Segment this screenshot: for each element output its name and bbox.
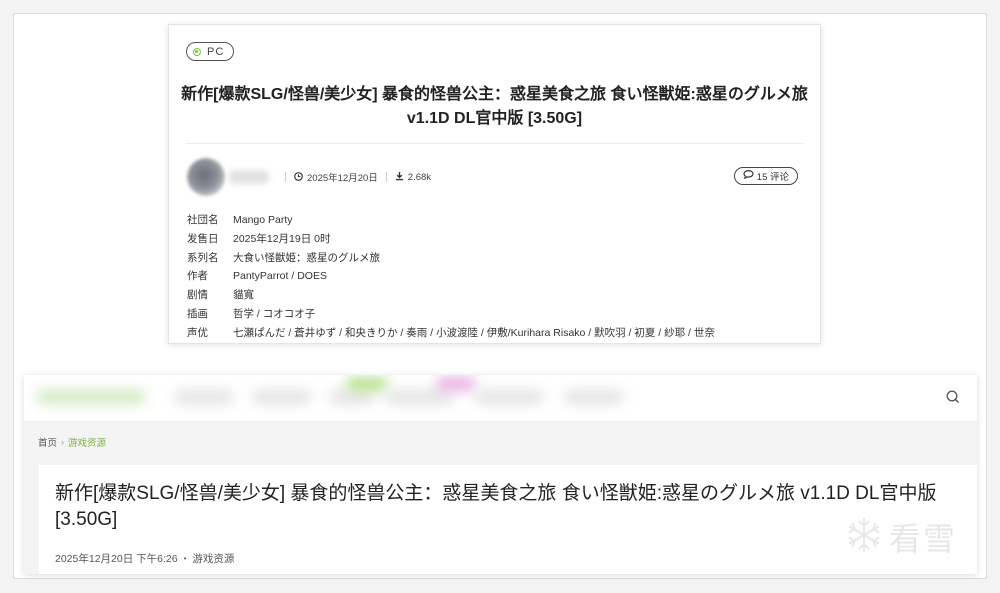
nav-item-blurred[interactable] bbox=[384, 389, 454, 405]
author-avatar[interactable] bbox=[187, 158, 225, 196]
comments-label: 15 评论 bbox=[756, 172, 789, 183]
info-key: 插画 bbox=[187, 307, 208, 320]
watermark-text: 看雪 bbox=[888, 520, 957, 558]
info-key: 剧情 bbox=[187, 289, 208, 302]
comments-button[interactable]: 15 评论 bbox=[733, 167, 798, 185]
info-key: 作者 bbox=[187, 270, 208, 283]
nav-item-blurred[interactable] bbox=[329, 389, 374, 405]
info-key: 系列名 bbox=[187, 251, 219, 264]
info-value: 2025年12月19日 0时 bbox=[233, 232, 331, 245]
post-title: 新作[爆款SLG/怪兽/美少女] 暴食的怪兽公主：惑星美食之旅 食い怪獣姫:惑星… bbox=[181, 86, 808, 127]
post-date: 2025年12月20日 bbox=[307, 173, 378, 184]
breadcrumb-home[interactable]: 首页 bbox=[38, 435, 57, 449]
info-row-release-date: 发售日 2025年12月19日 0时 bbox=[187, 230, 810, 249]
breadcrumb-current[interactable]: 游戏资源 bbox=[68, 435, 106, 449]
watermark: 看雪 bbox=[845, 514, 957, 560]
download-count: 2.68k bbox=[407, 171, 432, 183]
article-category[interactable]: 游戏资源 bbox=[192, 551, 234, 566]
site-logo-blurred[interactable] bbox=[36, 389, 146, 405]
info-key: 社団名 bbox=[187, 214, 219, 226]
search-icon[interactable] bbox=[945, 389, 963, 407]
info-value: 七瀬ぱんだ / 蒼井ゆず / 和央きりか / 奏雨 / 小波渡陸 / 伊敷/Ku… bbox=[233, 326, 715, 339]
article-header-panel: 新作[爆款SLG/怪兽/美少女] 暴食的怪兽公主：惑星美食之旅 食い怪獣姫:惑星… bbox=[39, 465, 977, 574]
info-value: 哲学 / コオコオ子 bbox=[233, 307, 316, 320]
info-row-circle: 社団名 Mango Party bbox=[187, 211, 810, 230]
info-value: PantyParrot / DOES bbox=[233, 270, 327, 283]
article-meta: 2025年12月20日 下午6:26 • 游戏资源 bbox=[55, 551, 234, 566]
breadcrumb: 首页 › 游戏资源 bbox=[38, 435, 106, 449]
game-info-list: 社団名 Mango Party 发售日 2025年12月19日 0时 系列名 大… bbox=[187, 211, 810, 343]
platform-badge-label: PC bbox=[207, 45, 225, 58]
download-icon bbox=[395, 171, 404, 183]
nav-item-blurred[interactable] bbox=[174, 389, 234, 405]
post-detail-card: PC 新作[爆款SLG/怪兽/美少女] 暴食的怪兽公主：惑星美食之旅 食い怪獣姫… bbox=[168, 24, 821, 344]
info-row-illustration: 插画 哲学 / コオコオ子 bbox=[187, 305, 810, 324]
clock-icon bbox=[294, 171, 303, 183]
meta-dot: • bbox=[183, 554, 187, 563]
info-value: Mango Party bbox=[233, 214, 293, 226]
meta-divider bbox=[385, 172, 387, 182]
platform-badge[interactable]: PC bbox=[186, 42, 235, 61]
meta-divider bbox=[285, 172, 286, 182]
nav-item-blurred[interactable] bbox=[252, 389, 312, 405]
nav-item-blurred[interactable] bbox=[564, 389, 624, 405]
article-date: 2025年12月20日 下午6:26 bbox=[55, 553, 178, 565]
info-value: 大食い怪獣姫：惑星のグルメ旅 bbox=[233, 251, 380, 264]
info-key: 声优 bbox=[187, 326, 208, 339]
snowflake-logo-icon bbox=[845, 516, 883, 559]
author-name-blurred[interactable] bbox=[229, 170, 269, 184]
post-meta: 2025年12月20日 2.68k bbox=[277, 169, 431, 185]
comment-icon bbox=[743, 170, 754, 182]
info-row-author: 作者 PantyParrot / DOES bbox=[187, 267, 810, 286]
title-divider bbox=[186, 143, 803, 144]
chevron-right-icon: › bbox=[61, 437, 65, 447]
info-row-series: 系列名 大食い怪獣姫：惑星のグルメ旅 bbox=[187, 249, 810, 268]
site-navbar bbox=[24, 375, 977, 422]
article-title: 新作[爆款SLG/怪兽/美少女] 暴食的怪兽公主：惑星美食之旅 食い怪獣姫:惑星… bbox=[55, 483, 937, 530]
nav-item-blurred[interactable] bbox=[474, 389, 544, 405]
info-row-voice-actors: 声优 七瀬ぱんだ / 蒼井ゆず / 和央きりか / 奏雨 / 小波渡陸 / 伊敷… bbox=[187, 324, 810, 343]
article-page-card: 首页 › 游戏资源 新作[爆款SLG/怪兽/美少女] 暴食的怪兽公主：惑星美食之… bbox=[24, 375, 977, 574]
info-key: 发售日 bbox=[187, 232, 219, 245]
info-row-scenario: 剧情 貓寬 bbox=[187, 286, 810, 305]
platform-dot-icon bbox=[193, 47, 201, 56]
info-value: 貓寬 bbox=[233, 289, 254, 302]
nav-highlight-blurred bbox=[346, 377, 388, 391]
nav-highlight-blurred bbox=[436, 377, 476, 391]
